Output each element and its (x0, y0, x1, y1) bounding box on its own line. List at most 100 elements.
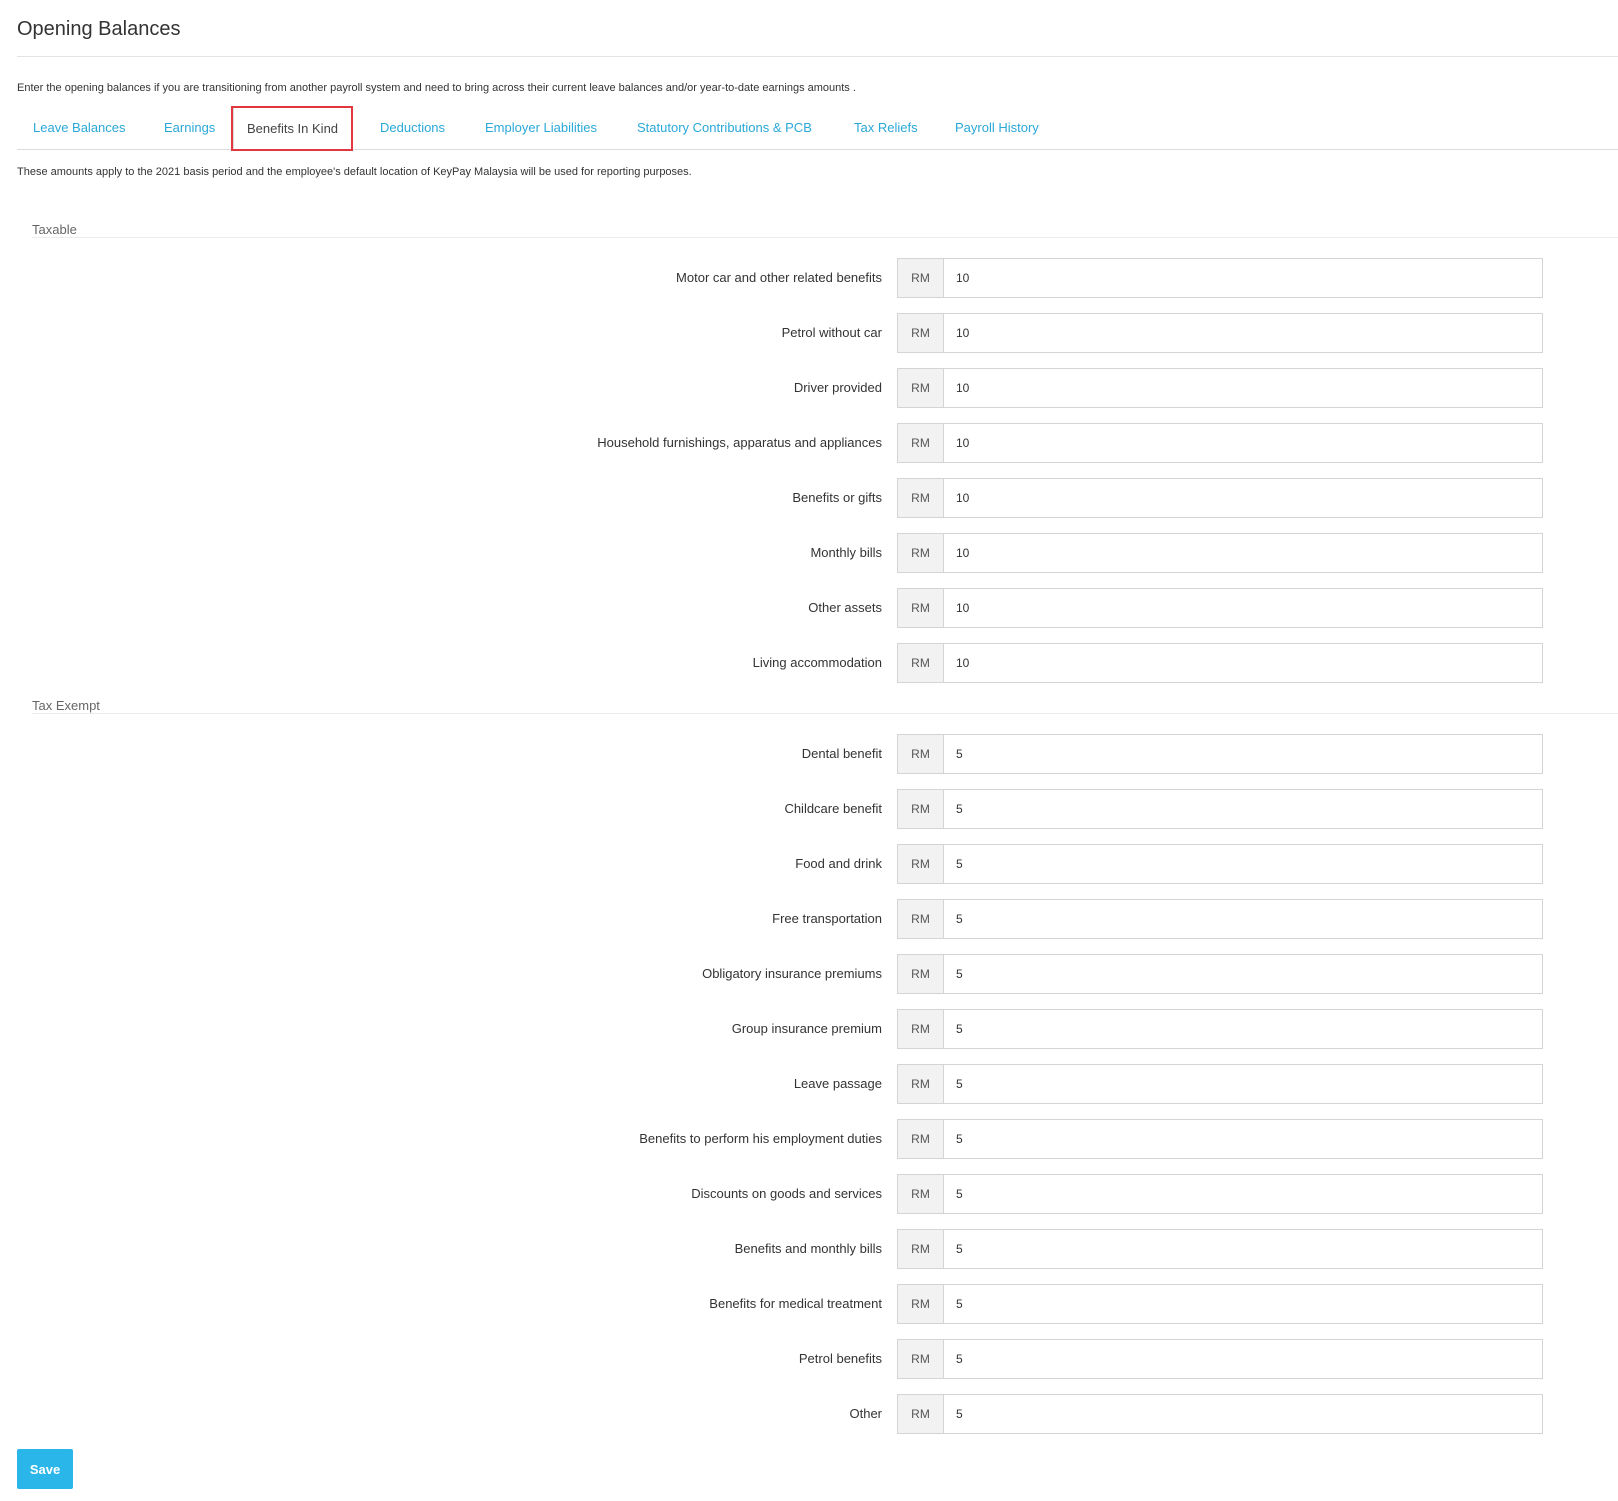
field-label: Household furnishings, apparatus and app… (597, 435, 882, 450)
leave-passage-input[interactable] (944, 1065, 1542, 1103)
field-row-childcare-benefit: Childcare benefit RM (0, 789, 1618, 829)
household-furnishings-apparatus-and-appliances-input[interactable] (944, 424, 1542, 462)
field-row-other-assets: Other assets RM (0, 588, 1618, 628)
discounts-on-goods-and-services-input[interactable] (944, 1175, 1542, 1213)
field-label: Discounts on goods and services (691, 1186, 882, 1201)
currency-addon: RM (898, 955, 944, 993)
page-title: Opening Balances (17, 18, 181, 40)
tab-statutory-contributions-pcb[interactable]: Statutory Contributions & PCB (637, 107, 812, 149)
amount-input-group: RM (897, 478, 1543, 518)
childcare-benefit-input[interactable] (944, 790, 1542, 828)
field-row-driver-provided: Driver provided RM (0, 368, 1618, 408)
field-label: Benefits and monthly bills (734, 1241, 882, 1256)
currency-addon: RM (898, 735, 944, 773)
currency-addon: RM (898, 1065, 944, 1103)
section-divider-taxable (32, 237, 1618, 238)
monthly-bills-input[interactable] (944, 534, 1542, 572)
amount-input-group: RM (897, 368, 1543, 408)
currency-addon: RM (898, 534, 944, 572)
field-label: Other assets (808, 600, 882, 615)
field-label: Benefits for medical treatment (709, 1296, 882, 1311)
tab-deductions[interactable]: Deductions (380, 107, 445, 149)
currency-addon: RM (898, 790, 944, 828)
amount-input-group: RM (897, 533, 1543, 573)
field-label: Petrol without car (781, 325, 882, 340)
intro-text: Enter the opening balances if you are tr… (17, 82, 856, 94)
currency-addon: RM (898, 479, 944, 517)
field-row-monthly-bills: Monthly bills RM (0, 533, 1618, 573)
obligatory-insurance-premiums-input[interactable] (944, 955, 1542, 993)
currency-addon: RM (898, 1395, 944, 1433)
currency-addon: RM (898, 1175, 944, 1213)
currency-addon: RM (898, 314, 944, 352)
other-assets-input[interactable] (944, 589, 1542, 627)
amount-input-group: RM (897, 789, 1543, 829)
petrol-benefits-input[interactable] (944, 1340, 1542, 1378)
amount-input-group: RM (897, 899, 1543, 939)
amount-input-group: RM (897, 1174, 1543, 1214)
field-row-obligatory-insurance-premiums: Obligatory insurance premiums RM (0, 954, 1618, 994)
dental-benefit-input[interactable] (944, 735, 1542, 773)
amount-input-group: RM (897, 1339, 1543, 1379)
currency-addon: RM (898, 589, 944, 627)
tab-earnings[interactable]: Earnings (164, 107, 215, 149)
field-row-living-accommodation: Living accommodation RM (0, 643, 1618, 683)
field-label: Living accommodation (752, 655, 882, 670)
currency-addon: RM (898, 845, 944, 883)
amount-input-group: RM (897, 313, 1543, 353)
free-transportation-input[interactable] (944, 900, 1542, 938)
currency-addon: RM (898, 1120, 944, 1158)
save-button[interactable]: Save (17, 1449, 73, 1489)
currency-addon: RM (898, 259, 944, 297)
amount-input-group: RM (897, 1009, 1543, 1049)
field-label: Benefits to perform his employment dutie… (639, 1131, 882, 1146)
amount-input-group: RM (897, 643, 1543, 683)
section-label-tax-exempt: Tax Exempt (32, 698, 100, 713)
motor-car-and-other-related-benefits-input[interactable] (944, 259, 1542, 297)
amount-input-group: RM (897, 423, 1543, 463)
tab-tax-reliefs[interactable]: Tax Reliefs (854, 107, 918, 149)
amount-input-group: RM (897, 1394, 1543, 1434)
other-input[interactable] (944, 1395, 1542, 1433)
amount-input-group: RM (897, 1064, 1543, 1104)
amount-input-group: RM (897, 588, 1543, 628)
tab-leave-balances[interactable]: Leave Balances (33, 107, 126, 149)
tab-payroll-history[interactable]: Payroll History (955, 107, 1039, 149)
field-row-food-and-drink: Food and drink RM (0, 844, 1618, 884)
currency-addon: RM (898, 644, 944, 682)
amount-input-group: RM (897, 954, 1543, 994)
tab-benefits-in-kind[interactable]: Benefits In Kind (233, 107, 352, 149)
field-row-group-insurance-premium: Group insurance premium RM (0, 1009, 1618, 1049)
field-label: Monthly bills (810, 545, 882, 560)
amount-input-group: RM (897, 1284, 1543, 1324)
amount-input-group: RM (897, 1229, 1543, 1269)
benefits-for-medical-treatment-input[interactable] (944, 1285, 1542, 1323)
tab-employer-liabilities[interactable]: Employer Liabilities (485, 107, 597, 149)
field-label: Obligatory insurance premiums (702, 966, 882, 981)
benefits-and-monthly-bills-input[interactable] (944, 1230, 1542, 1268)
tab-bar: Leave Balances Earnings Benefits In Kind… (17, 107, 1618, 150)
title-divider (17, 56, 1618, 57)
currency-addon: RM (898, 369, 944, 407)
group-insurance-premium-input[interactable] (944, 1010, 1542, 1048)
section-divider-tax-exempt (32, 713, 1618, 714)
field-label: Benefits or gifts (792, 490, 882, 505)
field-label: Other (849, 1406, 882, 1421)
petrol-without-car-input[interactable] (944, 314, 1542, 352)
field-row-leave-passage: Leave passage RM (0, 1064, 1618, 1104)
amount-input-group: RM (897, 844, 1543, 884)
field-row-benefits-for-medical-treatment: Benefits for medical treatment RM (0, 1284, 1618, 1324)
field-row-benefits-or-gifts: Benefits or gifts RM (0, 478, 1618, 518)
currency-addon: RM (898, 900, 944, 938)
benefits-or-gifts-input[interactable] (944, 479, 1542, 517)
benefits-to-perform-his-employment-duties-input[interactable] (944, 1120, 1542, 1158)
driver-provided-input[interactable] (944, 369, 1542, 407)
currency-addon: RM (898, 1340, 944, 1378)
field-row-petrol-without-car: Petrol without car RM (0, 313, 1618, 353)
living-accommodation-input[interactable] (944, 644, 1542, 682)
amount-input-group: RM (897, 734, 1543, 774)
field-row-motor-car-and-other-related-benefits: Motor car and other related benefits RM (0, 258, 1618, 298)
field-label: Leave passage (793, 1076, 882, 1091)
amount-input-group: RM (897, 1119, 1543, 1159)
food-and-drink-input[interactable] (944, 845, 1542, 883)
